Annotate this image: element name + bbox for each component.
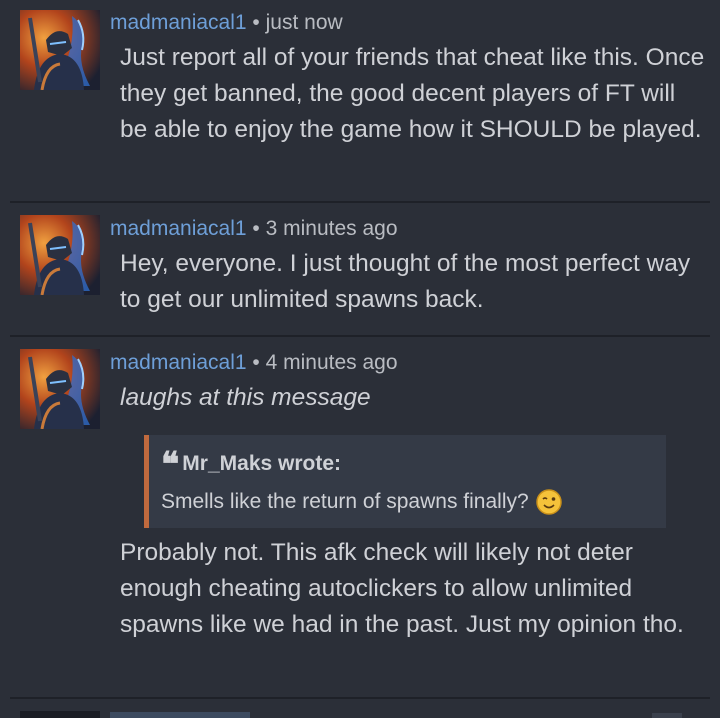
comment-meta: madmaniacal1 • 3 minutes ago (110, 216, 398, 242)
comment-meta: madmaniacal1 • 4 minutes ago (110, 350, 398, 376)
quote-text: Smells like the return of spawns finally… (161, 490, 529, 513)
comment-body: Just report all of your friends that che… (120, 44, 705, 143)
comment-divider (10, 697, 710, 699)
meta-separator: • (252, 217, 260, 240)
quote-text-line: Smells like the return of spawns finally… (161, 487, 563, 517)
quote-block: ❝ Mr_Maks wrote: Smells like the return o… (144, 435, 666, 528)
username-link[interactable]: madmaniacal1 (110, 351, 247, 374)
meta-separator: • (252, 11, 260, 34)
reply-button[interactable] (652, 713, 682, 718)
avatar-image (20, 349, 100, 429)
timestamp[interactable]: 4 minutes ago (266, 351, 398, 374)
username-link[interactable]: madmaniacal1 (110, 217, 247, 240)
comment-body: Hey, everyone. I just thought of the mos… (120, 250, 691, 313)
username-link[interactable]: madmaniacal1 (110, 11, 247, 34)
avatar[interactable] (20, 711, 100, 718)
timestamp[interactable]: just now (266, 11, 343, 34)
comment-intro: laughs at this message (120, 384, 371, 411)
avatar-image (20, 215, 100, 295)
meta-separator: • (252, 351, 260, 374)
timestamp[interactable]: 3 minutes ago (266, 217, 398, 240)
comment-body: Probably not. This afk check will likely… (120, 539, 684, 638)
avatar[interactable] (20, 10, 100, 90)
winking-face-emoji-icon (535, 488, 563, 516)
quote-author[interactable]: Mr_Maks wrote: (182, 452, 341, 475)
comment-divider (10, 201, 710, 203)
avatar-image (20, 10, 100, 90)
comment-meta: madmaniacal1 • just now (110, 10, 343, 36)
quote-header: ❝ Mr_Maks wrote: (161, 445, 341, 485)
comment-divider (10, 335, 710, 337)
quote-icon: ❝ (161, 445, 179, 485)
comment-meta (110, 712, 250, 718)
avatar[interactable] (20, 215, 100, 295)
avatar[interactable] (20, 349, 100, 429)
comment-feed: madmaniacal1 • just now Just report all … (0, 0, 720, 718)
